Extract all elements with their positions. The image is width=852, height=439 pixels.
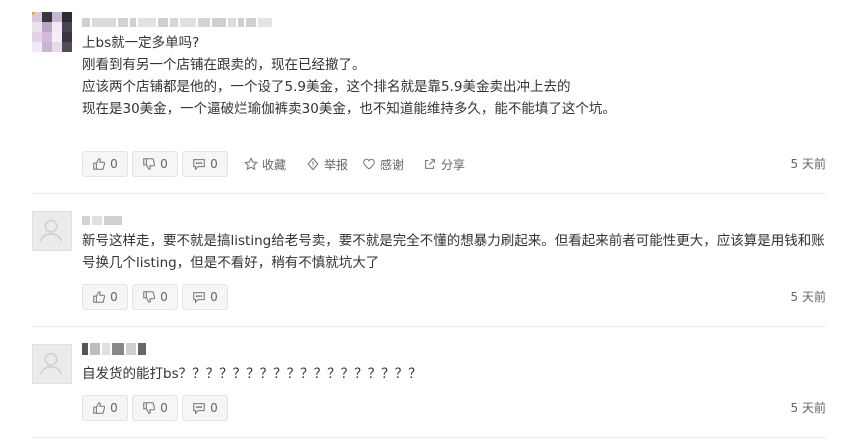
comment-actions: 0 0 0 5 天前 [82,284,826,312]
dislike-count: 0 [160,157,168,171]
user-icon [39,219,63,242]
comment-item: 新号这样走，要不就是搞listing给老号卖，要不就是完全不懂的想暴力刷起来。但… [32,194,826,324]
dislike-button[interactable]: 0 [132,284,178,310]
thumb-up-icon [93,291,106,303]
username-redacted[interactable] [82,18,274,28]
comment-body: 上bs就一定多单吗? 刚看到有另一个店铺在跟卖的，现在已经撤了。 应该两个店铺都… [82,32,826,120]
share-icon [425,159,435,169]
thumb-up-icon [93,158,106,170]
comment-item: 自发货的能打bs？？？？？？？？？？？？？？？？？？ 0 0 0 5 天前 [32,327,826,439]
thanks-label: 感谢 [380,157,405,172]
like-button[interactable]: 0 [82,151,128,177]
comment-body: 新号这样走，要不就是搞listing给老号卖，要不就是完全不懂的想暴力刷起来。但… [82,233,825,271]
reply-button[interactable]: 0 [182,395,228,421]
thumb-down-icon [143,402,156,414]
user-icon [39,352,63,375]
reply-count: 0 [210,401,218,415]
comment-item: 1 上bs就一定多单吗? 刚看到有另一个店铺在跟卖的，现在已经撤了。 应该两个店… [32,0,826,180]
thumb-up-icon [93,402,106,414]
share-button[interactable]: 分享 [423,151,465,177]
thanks-button[interactable]: 感谢 [362,151,404,177]
avatar[interactable] [32,211,72,251]
dislike-count: 0 [160,290,168,304]
comment-time: 5 天前 [790,290,826,304]
comment-icon [193,159,205,171]
reply-button[interactable]: 0 [182,151,228,177]
like-button[interactable]: 0 [82,395,128,421]
thumb-down-icon [143,158,156,170]
star-icon [244,157,258,171]
avatar[interactable] [32,344,72,384]
comment-time: 5 天前 [790,401,826,415]
username-redacted[interactable] [82,216,124,226]
avatar[interactable]: 1 [32,12,72,52]
heart-icon [363,158,375,170]
like-count: 0 [110,401,118,415]
comment-body: 自发货的能打bs？？？？？？？？？？？？？？？？？？ [82,366,422,382]
username-redacted[interactable] [82,343,148,355]
reply-button[interactable]: 0 [182,284,228,310]
dislike-count: 0 [160,401,168,415]
dislike-button[interactable]: 0 [132,395,178,421]
dislike-button[interactable]: 0 [132,151,178,177]
comment-line: 上bs就一定多单吗? [82,35,200,51]
report-button[interactable]: 举报 [306,151,348,177]
share-label: 分享 [441,157,466,172]
comment-line: 应该两个店铺都是他的，一个设了5.9美金，这个排名就是靠5.9美金卖出冲上去的 [82,79,571,95]
divider [32,437,826,438]
collect-label: 收藏 [262,157,287,172]
collect-button[interactable]: 收藏 [244,151,286,177]
comment-icon [193,292,205,304]
comment-line: 现在是30美金，一个逼破烂瑜伽裤卖30美金，也不知道能维持多久，能不能填了这个坑… [82,101,616,117]
reply-count: 0 [210,157,218,171]
like-count: 0 [110,290,118,304]
like-button[interactable]: 0 [82,284,128,310]
comment-actions: 0 0 0 收藏 举报 感谢 分享 5 天前 [82,151,826,179]
comment-actions: 0 0 0 5 天前 [82,395,826,423]
reply-count: 0 [210,290,218,304]
shield-warning-icon [307,157,319,171]
thumb-down-icon [143,291,156,303]
comment-line: 刚看到有另一个店铺在跟卖的，现在已经撤了。 [82,57,366,73]
comment-icon [193,403,205,415]
like-count: 0 [110,157,118,171]
report-label: 举报 [324,157,349,172]
comment-time: 5 天前 [790,157,826,171]
